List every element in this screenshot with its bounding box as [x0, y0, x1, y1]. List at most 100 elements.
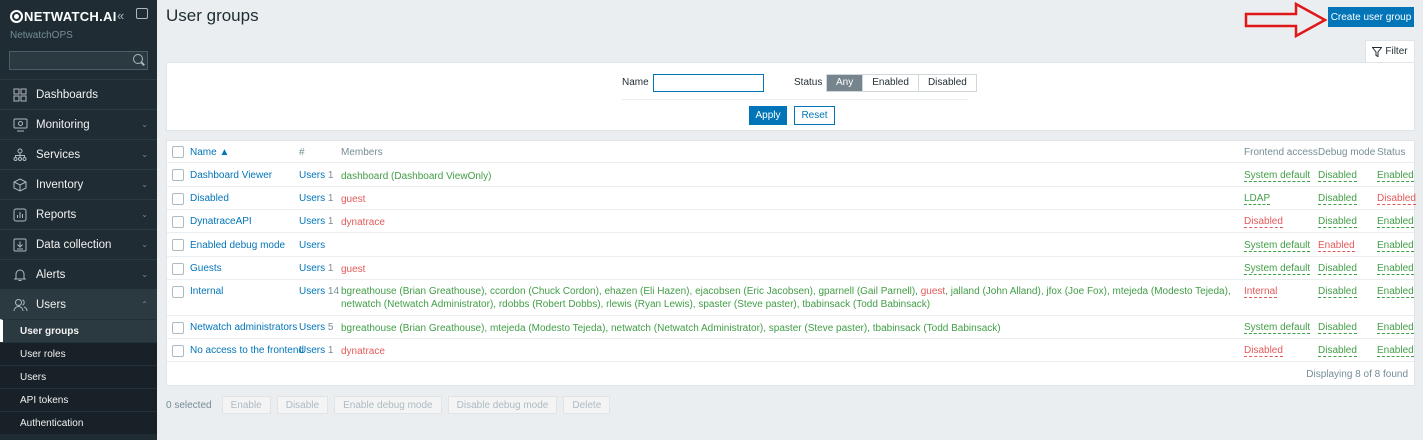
- displaying-count: Displaying 8 of 8 found: [1306, 369, 1408, 380]
- status-option-disabled[interactable]: Disabled: [917, 75, 976, 91]
- create-user-group-button[interactable]: Create user group: [1328, 7, 1414, 27]
- members-list[interactable]: bgreathouse (Brian Greathouse), ccordon …: [341, 285, 1231, 311]
- status-value[interactable]: Enabled: [1377, 286, 1414, 298]
- status-value[interactable]: Enabled: [1377, 170, 1414, 182]
- disable-debug-mode-button[interactable]: Disable debug mode: [447, 396, 558, 414]
- members-list[interactable]: bgreathouse (Brian Greathouse), mtejeda …: [341, 322, 1231, 335]
- kiosk-mode-icon[interactable]: [136, 8, 148, 19]
- group-name-link[interactable]: Guests: [190, 263, 222, 274]
- reset-button[interactable]: Reset: [794, 106, 835, 125]
- search-icon[interactable]: [133, 54, 143, 64]
- page-title: User groups: [166, 6, 259, 25]
- group-name-link[interactable]: No access to the frontend: [190, 345, 304, 356]
- select-all-checkbox[interactable]: [172, 146, 184, 158]
- users-link[interactable]: Users 1: [299, 216, 333, 227]
- frontend-access-value[interactable]: Disabled: [1244, 345, 1283, 357]
- users-link[interactable]: Users: [299, 240, 325, 251]
- debug-mode-value[interactable]: Disabled: [1318, 286, 1357, 298]
- users-link[interactable]: Users 1: [299, 193, 333, 204]
- users-link[interactable]: Users 5: [299, 322, 333, 333]
- row-checkbox[interactable]: [172, 239, 184, 251]
- status-option-enabled[interactable]: Enabled: [862, 75, 918, 91]
- status-value[interactable]: Enabled: [1377, 240, 1414, 252]
- group-name-link[interactable]: Dashboard Viewer: [190, 170, 272, 181]
- nav-item-users[interactable]: Users ⌃: [0, 289, 157, 319]
- sub-item-users[interactable]: Users: [0, 365, 157, 388]
- users-link[interactable]: Users 1: [299, 345, 333, 356]
- nav-item-services[interactable]: Services ⌄: [0, 139, 157, 169]
- frontend-access-value[interactable]: System default: [1244, 240, 1311, 252]
- status-value[interactable]: Enabled: [1377, 345, 1414, 357]
- row-checkbox[interactable]: [172, 169, 184, 181]
- users-link[interactable]: Users 1: [299, 263, 333, 274]
- apply-button[interactable]: Apply: [749, 106, 787, 125]
- nav-item-reports[interactable]: Reports ⌄: [0, 199, 157, 229]
- status-value[interactable]: Enabled: [1377, 216, 1414, 228]
- brand-logo[interactable]: NETWATCH.AI: [10, 9, 117, 24]
- mass-action-bar: 0 selected Enable Disable Enable debug m…: [166, 396, 611, 414]
- row-checkbox[interactable]: [172, 193, 184, 205]
- status-value[interactable]: Enabled: [1377, 322, 1414, 334]
- group-name-link[interactable]: Netwatch administrators: [190, 322, 297, 333]
- users-link-label: Users: [299, 240, 326, 251]
- sub-item-api-tokens[interactable]: API tokens: [0, 388, 157, 411]
- table-row: Enabled debug mode Users System default …: [167, 233, 1414, 257]
- sub-item-authentication[interactable]: Authentication: [0, 411, 157, 434]
- enable-button[interactable]: Enable: [221, 396, 271, 414]
- user-count: 1: [327, 193, 334, 204]
- collapse-sidebar-icon[interactable]: «: [117, 8, 124, 23]
- frontend-access-value[interactable]: Disabled: [1244, 216, 1283, 228]
- row-checkbox[interactable]: [172, 322, 184, 334]
- frontend-access-value[interactable]: System default: [1244, 322, 1311, 334]
- frontend-access-value[interactable]: Internal: [1244, 286, 1278, 298]
- nav-label: Reports: [36, 208, 77, 221]
- status-value[interactable]: Disabled: [1377, 193, 1416, 205]
- members-list[interactable]: dynatrace: [341, 345, 1231, 358]
- user-groups-table: Name ▲ # Members Frontend access Debug m…: [166, 140, 1416, 386]
- users-link[interactable]: Users 1: [299, 170, 333, 181]
- group-name-link[interactable]: Enabled debug mode: [190, 240, 285, 251]
- frontend-access-value[interactable]: System default: [1244, 170, 1311, 182]
- row-checkbox[interactable]: [172, 263, 184, 275]
- group-name-link[interactable]: Disabled: [190, 193, 229, 204]
- chevron-down-icon: ⌄: [141, 180, 148, 189]
- nav-item-alerts[interactable]: Alerts ⌄: [0, 259, 157, 289]
- debug-mode-value[interactable]: Disabled: [1318, 263, 1357, 275]
- debug-mode-value[interactable]: Disabled: [1318, 345, 1357, 357]
- sidebar-search-input[interactable]: [10, 52, 128, 69]
- frontend-access-value[interactable]: System default: [1244, 263, 1311, 275]
- delete-button[interactable]: Delete: [563, 396, 611, 414]
- status-option-any[interactable]: Any: [827, 75, 863, 91]
- sub-item-user-groups[interactable]: User groups: [0, 319, 157, 342]
- disable-button[interactable]: Disable: [276, 396, 329, 414]
- status-value[interactable]: Enabled: [1377, 263, 1414, 275]
- members-list[interactable]: dynatrace: [341, 216, 1231, 229]
- row-checkbox[interactable]: [172, 286, 184, 298]
- members-list[interactable]: dashboard (Dashboard ViewOnly): [341, 170, 1231, 183]
- services-icon: [12, 147, 28, 163]
- group-name-link[interactable]: Internal: [190, 286, 223, 297]
- filter-tab[interactable]: Filter: [1365, 40, 1415, 62]
- nav-item-data-collection[interactable]: Data collection ⌄: [0, 229, 157, 259]
- debug-mode-value[interactable]: Disabled: [1318, 193, 1357, 205]
- nav-item-monitoring[interactable]: Monitoring ⌄: [0, 109, 157, 139]
- debug-mode-value[interactable]: Enabled: [1318, 240, 1355, 252]
- members-list[interactable]: guest: [341, 263, 1231, 276]
- nav-item-dashboards[interactable]: Dashboards: [0, 79, 157, 109]
- sub-item-user-roles[interactable]: User roles: [0, 342, 157, 365]
- debug-mode-value[interactable]: Disabled: [1318, 322, 1357, 334]
- arrow-annotation-icon: [1244, 1, 1328, 39]
- nav-item-inventory[interactable]: Inventory ⌄: [0, 169, 157, 199]
- users-link[interactable]: Users 14: [299, 286, 339, 297]
- group-name-link[interactable]: DynatraceAPI: [190, 216, 252, 227]
- debug-mode-value[interactable]: Disabled: [1318, 216, 1357, 228]
- enable-debug-mode-button[interactable]: Enable debug mode: [334, 396, 442, 414]
- row-checkbox[interactable]: [172, 216, 184, 228]
- row-checkbox[interactable]: [172, 345, 184, 357]
- filter-icon: [1372, 46, 1383, 57]
- filter-name-input[interactable]: [653, 74, 764, 92]
- members-list[interactable]: guest: [341, 193, 1231, 206]
- column-header-name[interactable]: Name ▲: [190, 147, 229, 158]
- frontend-access-value[interactable]: LDAP: [1244, 193, 1271, 205]
- debug-mode-value[interactable]: Disabled: [1318, 170, 1357, 182]
